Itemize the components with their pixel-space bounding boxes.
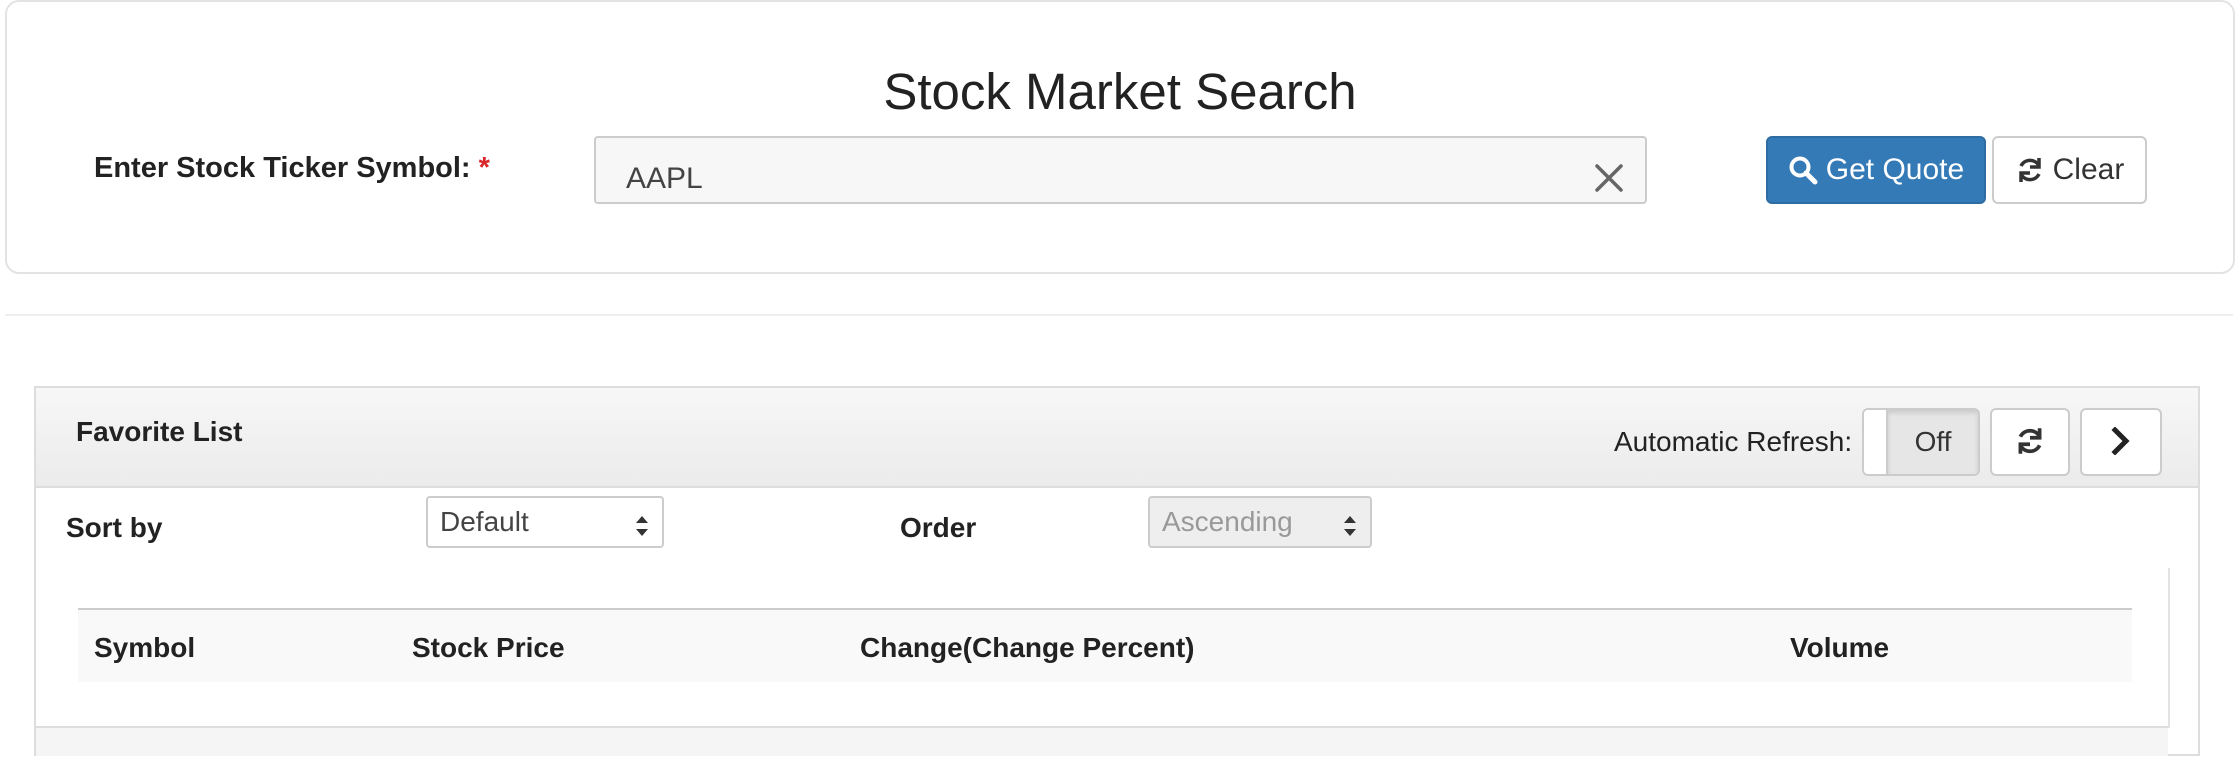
column-header-symbol: Symbol: [94, 632, 196, 663]
horizontal-scrollbar[interactable]: [36, 726, 2168, 756]
divider: [5, 314, 2233, 316]
favorite-list-title: Favorite List: [76, 416, 243, 447]
favorites-table: Symbol Stock Price Change(Change Percent…: [78, 608, 2132, 682]
toggle-state: Off: [1888, 410, 1978, 474]
select-caret-icon: [1342, 513, 1358, 545]
column-header-stock-price: Stock Price: [412, 632, 565, 663]
ticker-label: Enter Stock Ticker Symbol: *: [94, 152, 490, 185]
get-quote-button[interactable]: Get Quote: [1766, 136, 1986, 204]
search-panel: Stock Market Search Enter Stock Ticker S…: [5, 0, 2235, 274]
search-icon: [1788, 155, 1818, 185]
clear-button[interactable]: Clear: [1992, 136, 2147, 204]
sort-by-value: Default: [440, 506, 529, 537]
order-value: Ascending: [1162, 506, 1293, 537]
column-header-change: Change(Change Percent): [860, 632, 1195, 663]
ticker-label-text: Enter Stock Ticker Symbol:: [94, 152, 479, 184]
refresh-icon: [2015, 155, 2045, 185]
refresh-icon: [2014, 425, 2046, 460]
clear-label: Clear: [2052, 153, 2125, 186]
close-icon[interactable]: [1593, 162, 1625, 194]
toggle-handle: [1864, 410, 1888, 474]
required-mark: *: [478, 152, 490, 184]
column-header-volume: Volume: [1790, 632, 1890, 663]
auto-refresh-toggle[interactable]: Off: [1862, 408, 1980, 476]
vertical-scrollbar[interactable]: [2168, 568, 2170, 728]
select-caret-icon: [634, 513, 650, 545]
favorite-list-panel: Favorite List Automatic Refresh: Off Sor…: [34, 386, 2200, 756]
favorite-list-header: Favorite List Automatic Refresh: Off: [36, 388, 2198, 488]
get-quote-label: Get Quote: [1825, 153, 1965, 186]
ticker-input[interactable]: [594, 136, 1647, 204]
refresh-button[interactable]: [1990, 408, 2070, 476]
order-label: Order: [900, 512, 977, 543]
sort-by-label: Sort by: [66, 512, 163, 543]
order-select[interactable]: Ascending: [1148, 496, 1372, 548]
page-title: Stock Market Search: [883, 63, 1357, 120]
auto-refresh-label: Automatic Refresh:: [1614, 426, 1853, 457]
sort-by-select[interactable]: Default: [426, 496, 664, 548]
chevron-right-icon: [2109, 425, 2133, 458]
next-button[interactable]: [2080, 408, 2162, 476]
